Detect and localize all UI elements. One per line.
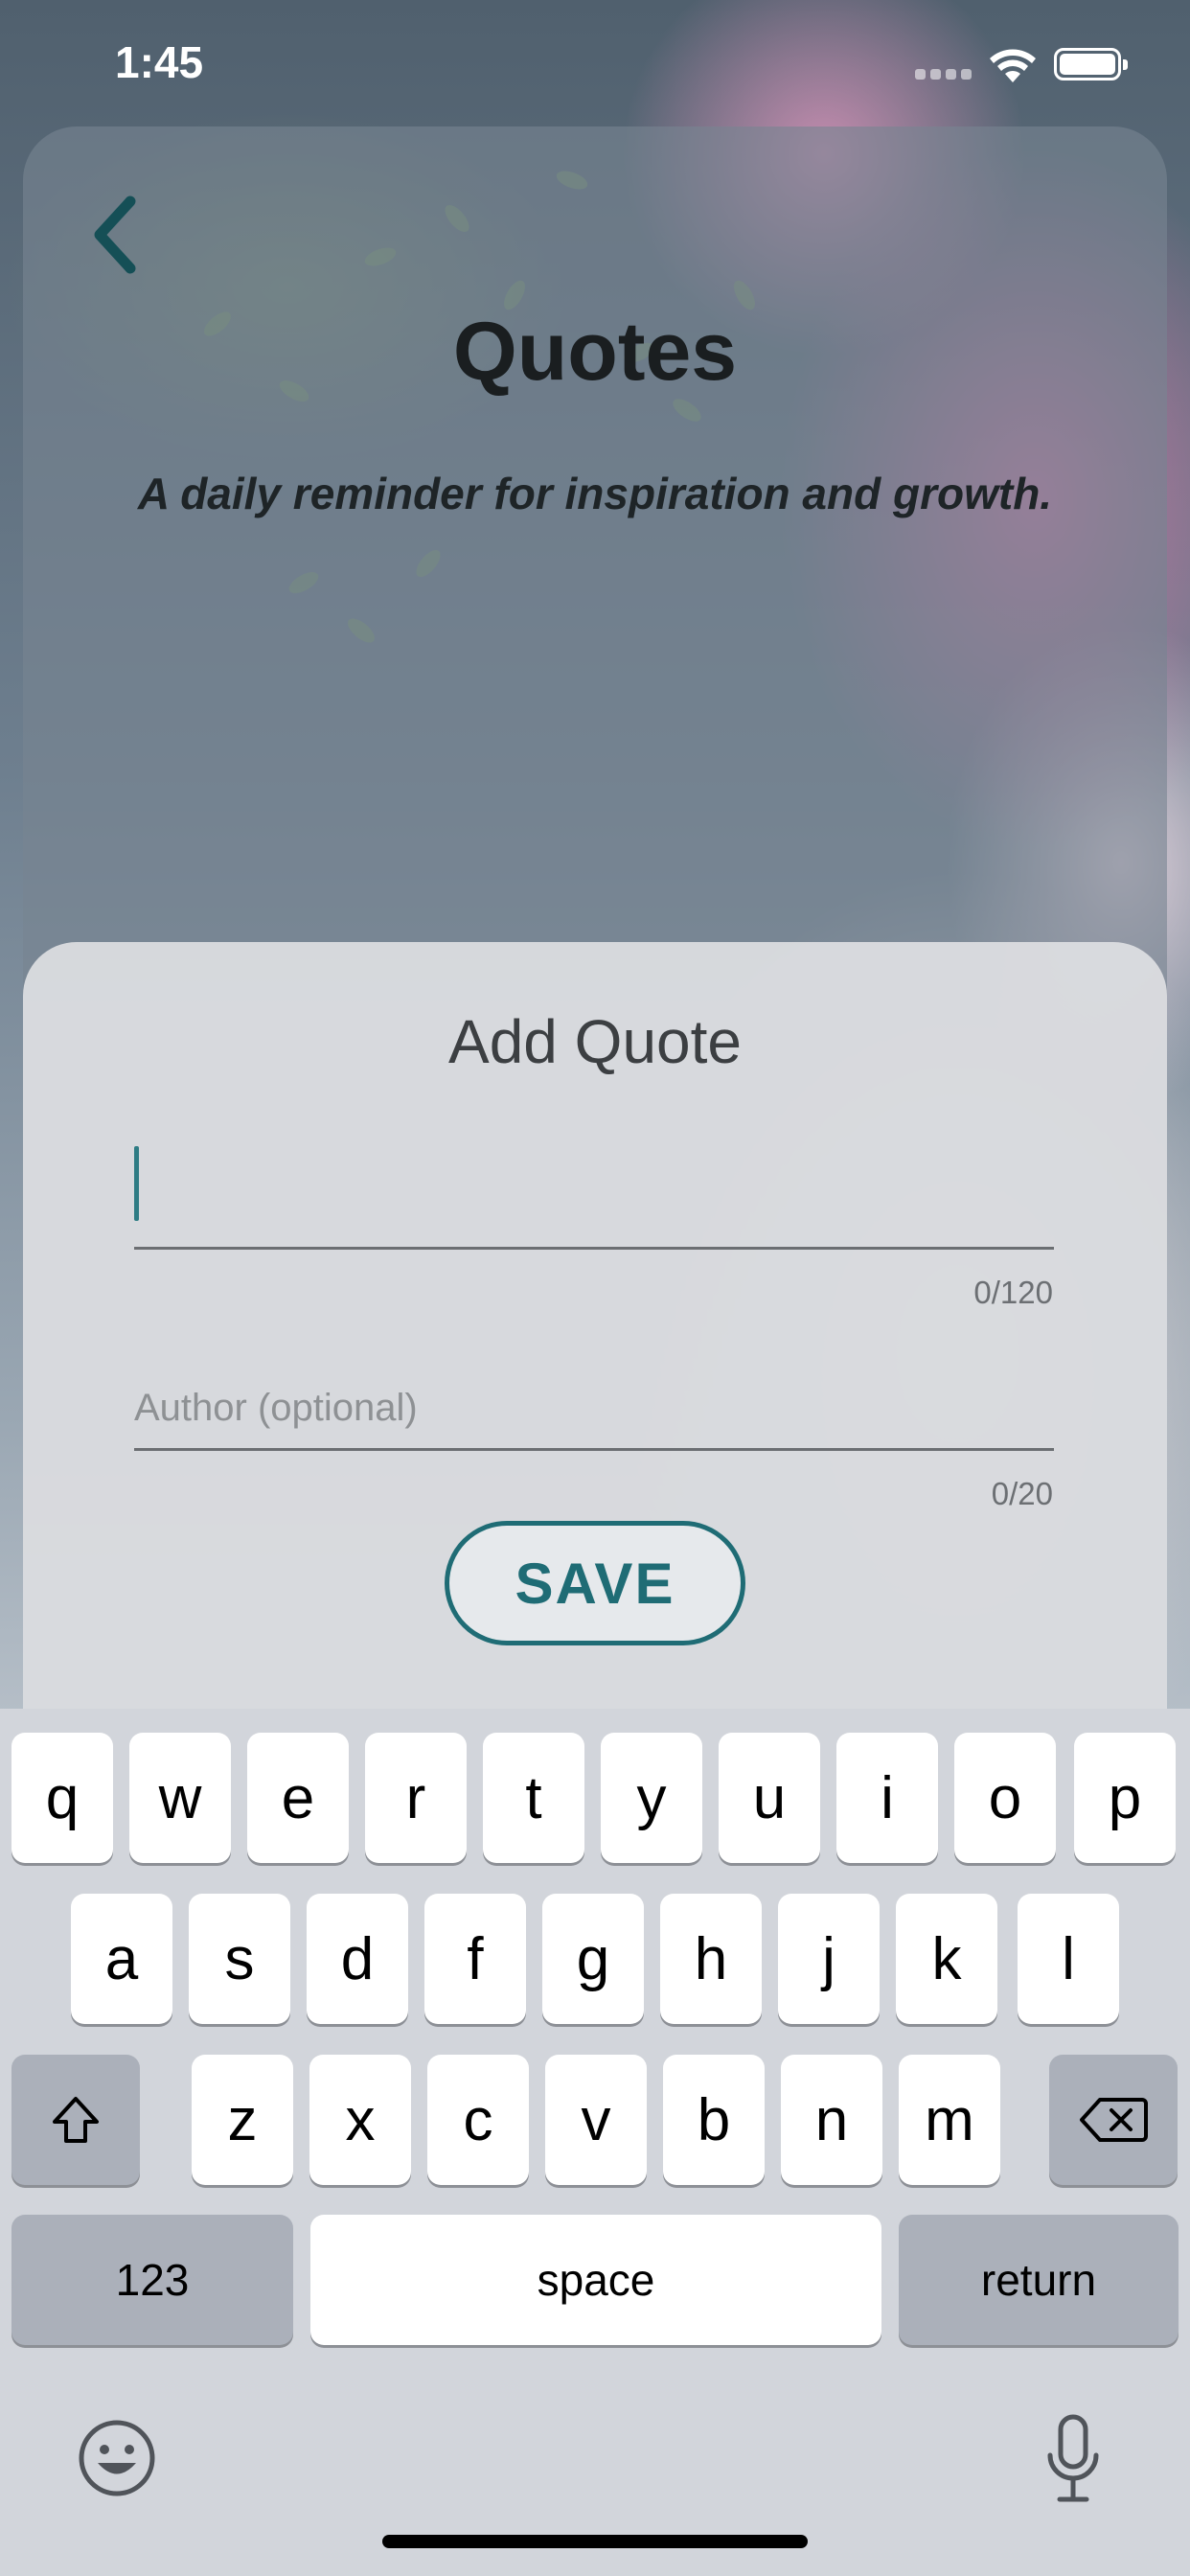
space-key[interactable]: space bbox=[310, 2215, 881, 2345]
key-b[interactable]: b bbox=[663, 2055, 765, 2185]
key-x[interactable]: x bbox=[309, 2055, 411, 2185]
chevron-left-icon bbox=[94, 196, 136, 274]
key-y[interactable]: y bbox=[601, 1733, 702, 1863]
save-button[interactable]: SAVE bbox=[445, 1521, 745, 1645]
quote-input[interactable] bbox=[134, 1131, 1054, 1247]
key-m[interactable]: m bbox=[899, 2055, 1000, 2185]
key-p[interactable]: p bbox=[1074, 1733, 1176, 1863]
key-u[interactable]: u bbox=[719, 1733, 820, 1863]
page-subtitle: A daily reminder for inspiration and gro… bbox=[137, 469, 1053, 518]
wifi-icon bbox=[989, 46, 1037, 89]
key-h[interactable]: h bbox=[660, 1894, 762, 2024]
shift-key[interactable] bbox=[11, 2055, 140, 2185]
key-k[interactable]: k bbox=[896, 1894, 997, 2024]
numbers-key[interactable]: 123 bbox=[11, 2215, 293, 2345]
page-title: Quotes bbox=[452, 306, 738, 398]
author-input[interactable] bbox=[134, 1342, 1054, 1448]
key-l[interactable]: l bbox=[1018, 1894, 1119, 2024]
emoji-icon bbox=[79, 2420, 155, 2496]
key-s[interactable]: s bbox=[189, 1894, 290, 2024]
key-n[interactable]: n bbox=[781, 2055, 882, 2185]
status-bar: 1:45 bbox=[0, 0, 1190, 125]
back-button[interactable] bbox=[86, 192, 144, 278]
key-j[interactable]: j bbox=[778, 1894, 880, 2024]
key-g[interactable]: g bbox=[542, 1894, 644, 2024]
sheet-title: Add Quote bbox=[448, 1007, 742, 1076]
key-v[interactable]: v bbox=[545, 2055, 647, 2185]
key-o[interactable]: o bbox=[954, 1733, 1056, 1863]
status-time: 1:45 bbox=[115, 37, 204, 87]
key-q[interactable]: q bbox=[11, 1733, 113, 1863]
backspace-icon bbox=[1080, 2098, 1148, 2142]
keyboard: q w e r t y u i o p a s d f g h j k l z … bbox=[0, 1709, 1190, 2576]
key-d[interactable]: d bbox=[307, 1894, 408, 2024]
key-z[interactable]: z bbox=[192, 2055, 293, 2185]
shift-icon bbox=[53, 2097, 99, 2143]
emoji-button[interactable] bbox=[77, 2418, 157, 2503]
author-field[interactable] bbox=[134, 1342, 1054, 1451]
key-c[interactable]: c bbox=[427, 2055, 529, 2185]
return-key[interactable]: return bbox=[899, 2215, 1179, 2345]
signal-icon bbox=[915, 67, 976, 84]
key-a[interactable]: a bbox=[71, 1894, 172, 2024]
quote-char-counter: 0/120 bbox=[973, 1275, 1053, 1310]
author-char-counter: 0/20 bbox=[991, 1476, 1053, 1511]
key-w[interactable]: w bbox=[129, 1733, 231, 1863]
quote-field[interactable] bbox=[134, 1131, 1054, 1250]
key-f[interactable]: f bbox=[424, 1894, 526, 2024]
key-r[interactable]: r bbox=[365, 1733, 467, 1863]
dictation-button[interactable] bbox=[1044, 2413, 1102, 2510]
battery-icon bbox=[1054, 48, 1128, 80]
microphone-icon bbox=[1047, 2414, 1099, 2502]
key-t[interactable]: t bbox=[483, 1733, 584, 1863]
backspace-key[interactable] bbox=[1049, 2055, 1178, 2185]
key-i[interactable]: i bbox=[836, 1733, 938, 1863]
key-e[interactable]: e bbox=[247, 1733, 349, 1863]
home-indicator bbox=[382, 2535, 808, 2548]
